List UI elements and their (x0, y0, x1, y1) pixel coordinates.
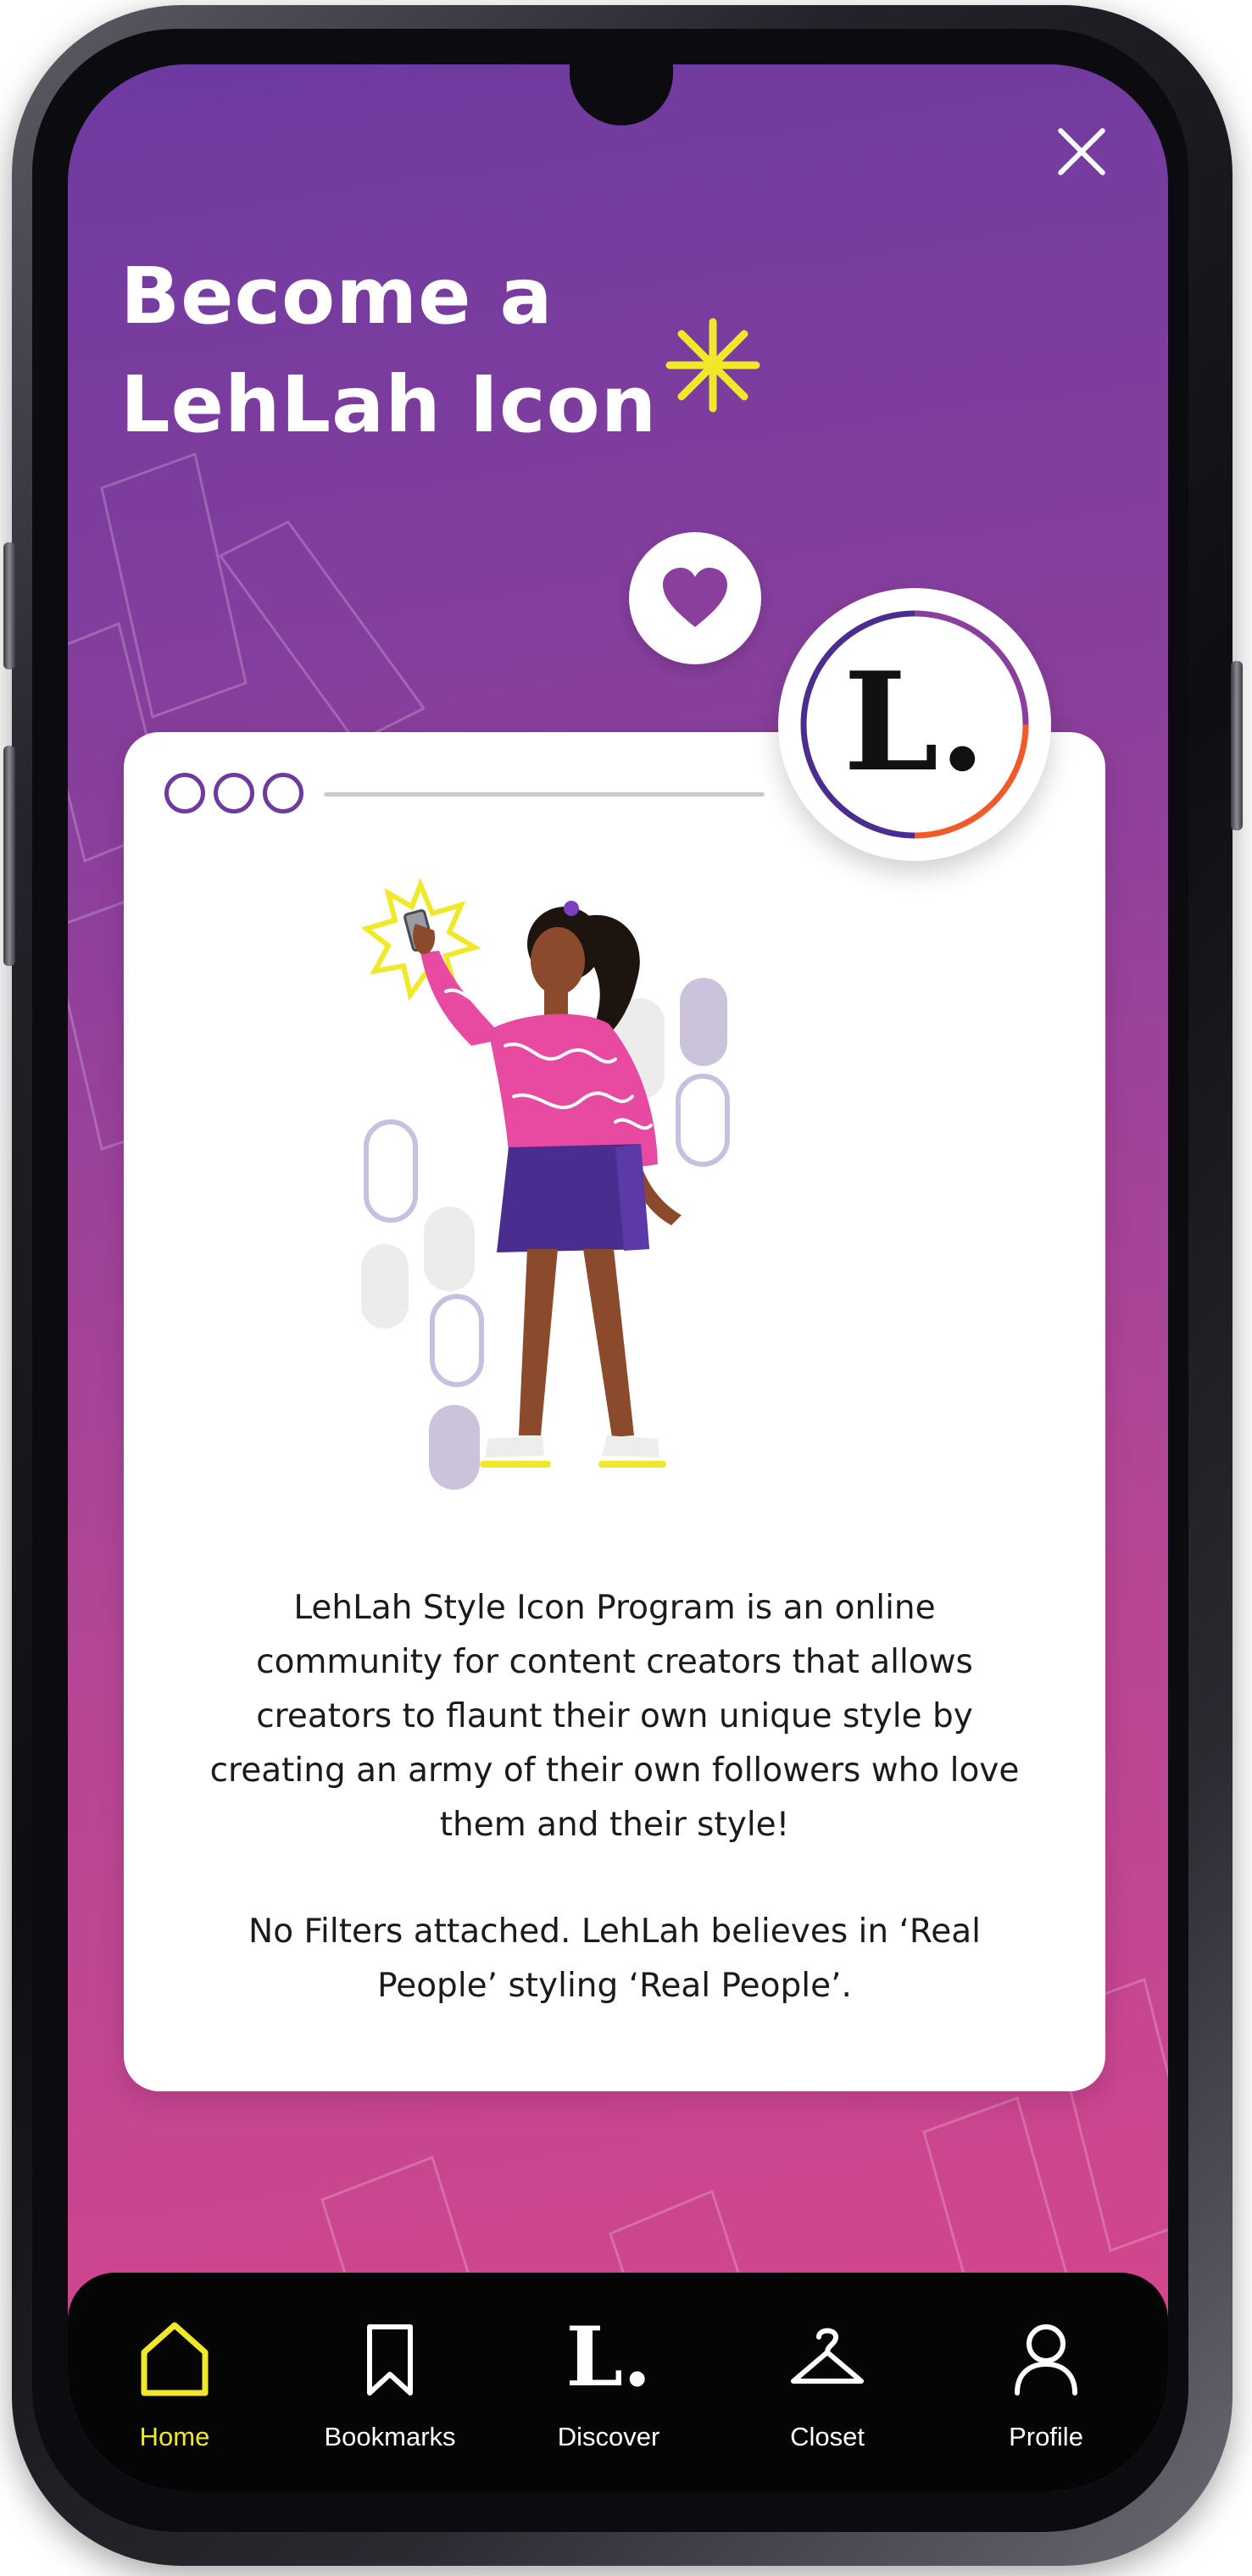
card-description: LehLah Style Icon Program is an online c… (200, 1581, 1029, 2013)
close-button[interactable] (1031, 102, 1132, 203)
nav-discover-label: Discover (557, 2422, 660, 2451)
bookmark-icon (367, 2324, 413, 2396)
nav-closet-label: Closet (790, 2422, 865, 2451)
nav-bookmarks-label: Bookmarks (324, 2422, 456, 2451)
power-button (1231, 661, 1243, 830)
lehlah-logo-icon: L. (565, 2309, 652, 2405)
nav-closet[interactable]: Closet (734, 2307, 921, 2468)
title-line-2: LehLah Icon (120, 359, 658, 450)
heart-icon (663, 568, 727, 627)
nav-profile-label: Profile (1009, 2422, 1083, 2451)
selfie-illustration (361, 877, 730, 1490)
nav-bookmarks[interactable]: Bookmarks (297, 2307, 483, 2468)
lehlah-logo-badge: L. (778, 588, 1051, 861)
volume-button (3, 542, 15, 669)
bottom-navigation: Home Bookmarks L. Discover Closet Profil… (68, 2273, 1168, 2491)
no-filters-statement: No Filters attached. LehLah believes in … (248, 1913, 981, 2005)
info-card: LehLah Style Icon Program is an online c… (124, 732, 1105, 2091)
profile-icon (1015, 2324, 1077, 2396)
title-line-1: Become a (120, 251, 554, 341)
device-mockup: Become a LehLah Icon LehLah Style Icon P… (0, 0, 1252, 2576)
window-dot (164, 773, 205, 813)
window-dot (214, 773, 254, 813)
heart-badge (629, 532, 761, 664)
window-dot (263, 773, 303, 813)
hanger-icon (791, 2328, 864, 2384)
page-title: Become a LehLah Icon (120, 242, 883, 459)
nav-discover[interactable]: L. Discover (515, 2307, 702, 2468)
nav-home[interactable]: Home (81, 2307, 268, 2468)
home-icon (141, 2322, 209, 2396)
window-dots (164, 769, 334, 815)
app-screen: Become a LehLah Icon LehLah Style Icon P… (68, 64, 1168, 2491)
window-title-bar (324, 792, 765, 797)
nav-home-label: Home (139, 2422, 210, 2451)
nav-profile[interactable]: Profile (953, 2307, 1139, 2468)
volume-button (3, 746, 15, 966)
sparkle-icon (665, 318, 760, 413)
program-description: LehLah Style Icon Program is an online c… (209, 1589, 1020, 1844)
lehlah-logo: L. (843, 642, 987, 802)
